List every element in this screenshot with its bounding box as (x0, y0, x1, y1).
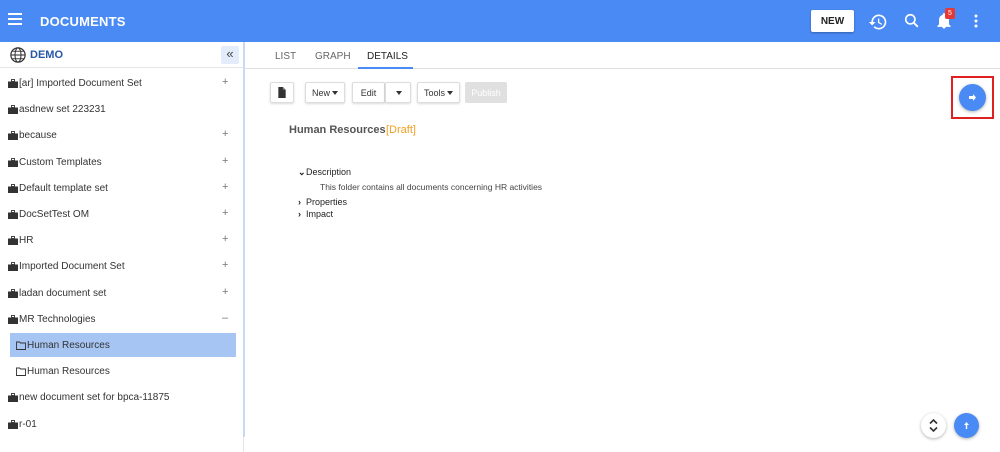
sidebar: DEMO « [ar] Imported Document Set + asdnew… (0, 42, 244, 452)
briefcase-icon (8, 314, 18, 324)
folder-icon (16, 367, 26, 377)
briefcase-icon (8, 79, 18, 88)
tab-graph[interactable]: GRAPH (315, 51, 351, 62)
impact-section-toggle[interactable]: › Impact (298, 209, 333, 219)
chevron-right-icon: › (298, 197, 301, 207)
scroll-to-top-button[interactable] (954, 413, 979, 438)
tree-item[interactable]: Human Resources (0, 359, 240, 383)
scroll-up-down-button[interactable] (921, 413, 946, 438)
properties-label: Properties (306, 197, 348, 207)
active-tab-indicator (358, 67, 413, 69)
briefcase-icon (8, 105, 18, 115)
tree-item[interactable]: asdnew set 223231 (0, 97, 240, 121)
arrow-up-icon (964, 422, 969, 429)
briefcase-icon (8, 157, 18, 167)
tree-item-label: r-01 (19, 418, 37, 430)
tools-dropdown-label: Tools (423, 87, 445, 98)
expand-icon[interactable]: + (222, 259, 228, 271)
tree-item-label: Imported Document Set (19, 261, 125, 273)
expand-icon[interactable]: + (222, 128, 228, 140)
edit-dropdown-toggle[interactable] (385, 82, 411, 103)
collapse-icon[interactable]: – (222, 312, 228, 324)
tree-item-label: Human Resources (27, 340, 110, 351)
impact-label: Impact (306, 209, 334, 219)
new-dropdown-label: New (311, 87, 330, 98)
briefcase-icon (8, 419, 18, 429)
tab-list[interactable]: LIST (275, 51, 296, 62)
sidebar-scrollbar[interactable] (243, 42, 245, 437)
tree-item[interactable]: Imported Document Set + (0, 254, 240, 278)
tree-item-label: [ar] Imported Document Set (19, 78, 142, 89)
description-label: Description (306, 167, 352, 177)
unfold-icon (929, 418, 938, 433)
expand-icon[interactable]: + (222, 181, 228, 193)
briefcase-icon (8, 262, 18, 272)
description-text: This folder contains all documents conce… (320, 182, 543, 192)
new-button[interactable]: NEW (811, 10, 854, 32)
more-vertical-icon[interactable] (966, 11, 986, 31)
briefcase-icon (8, 210, 18, 219)
search-icon[interactable] (902, 11, 922, 31)
description-section-toggle[interactable]: ⌄Description (298, 167, 351, 178)
tree-item[interactable]: because + (0, 123, 240, 147)
tree-item[interactable]: new document set for bpca-11875 (0, 385, 240, 409)
edit-button[interactable]: Edit (352, 82, 385, 103)
caret-down-icon (332, 91, 338, 96)
tree-item[interactable]: r-01 (0, 412, 240, 436)
tree-item-label: Custom Templates (19, 156, 102, 168)
tree-item-label: new document set for bpca-11875 (19, 392, 170, 404)
tree-item[interactable]: MR Technologies – (0, 307, 240, 331)
view-tabs: LIST GRAPH DETAILS (245, 42, 1000, 69)
document-icon (278, 87, 286, 99)
new-dropdown-button[interactable]: New (305, 82, 345, 103)
document-button[interactable] (270, 82, 294, 103)
folder-icon (16, 341, 26, 350)
document-status: [Draft] (386, 124, 416, 136)
top-app-bar: DOCUMENTS NEW 5 (0, 0, 1000, 42)
tree-item[interactable]: ladan document set + (0, 281, 240, 305)
document-title: Human Resources (289, 124, 386, 136)
highlight-annotation (951, 76, 994, 119)
expand-icon[interactable]: + (222, 76, 228, 88)
briefcase-icon (8, 183, 18, 193)
tree-item[interactable]: Human Resources (10, 333, 236, 357)
tree-item-label: because (19, 130, 57, 142)
tree-item-label: asdnew set 223231 (19, 104, 106, 116)
properties-section-toggle[interactable]: › Properties (298, 197, 347, 207)
tree-item-label: Human Resources (27, 366, 110, 378)
notification-badge: 5 (945, 8, 955, 19)
tab-details[interactable]: DETAILS (367, 51, 408, 62)
tree-item-label: MR Technologies (19, 313, 96, 325)
chevron-down-icon: ⌄ (298, 167, 306, 177)
caret-down-icon (447, 91, 453, 96)
sidebar-header: DEMO « (0, 42, 244, 68)
history-icon[interactable] (868, 12, 888, 32)
tree-item[interactable]: Default template set + (0, 176, 240, 200)
app-title: DOCUMENTS (40, 14, 126, 29)
tree-item-label: DocSetTest OM (19, 209, 90, 220)
publish-button[interactable]: Publish (465, 82, 507, 103)
expand-icon[interactable]: + (222, 233, 228, 245)
briefcase-icon (8, 236, 18, 246)
tree-item[interactable]: Custom Templates + (0, 150, 240, 174)
briefcase-icon (8, 288, 18, 298)
tree-item-label: ladan document set (19, 287, 107, 299)
briefcase-icon (8, 131, 18, 141)
chevron-right-icon: › (298, 209, 301, 219)
tree-item-label: HR (19, 235, 34, 247)
org-name: DEMO (30, 49, 63, 61)
tree-item[interactable]: [ar] Imported Document Set + (0, 71, 240, 95)
briefcase-icon (8, 393, 18, 403)
tree-item[interactable]: DocSetTest OM + (0, 202, 240, 226)
expand-icon[interactable]: + (222, 155, 228, 167)
expand-icon[interactable]: + (222, 286, 228, 298)
expand-icon[interactable]: + (222, 207, 228, 219)
tools-dropdown-button[interactable]: Tools (417, 82, 460, 103)
caret-down-icon (396, 91, 402, 96)
tree-item[interactable]: HR + (0, 228, 240, 252)
tree-item-label: Default template set (19, 182, 108, 194)
menu-icon[interactable] (8, 13, 22, 27)
collapse-sidebar-button[interactable]: « (221, 46, 239, 64)
globe-icon (10, 47, 26, 63)
